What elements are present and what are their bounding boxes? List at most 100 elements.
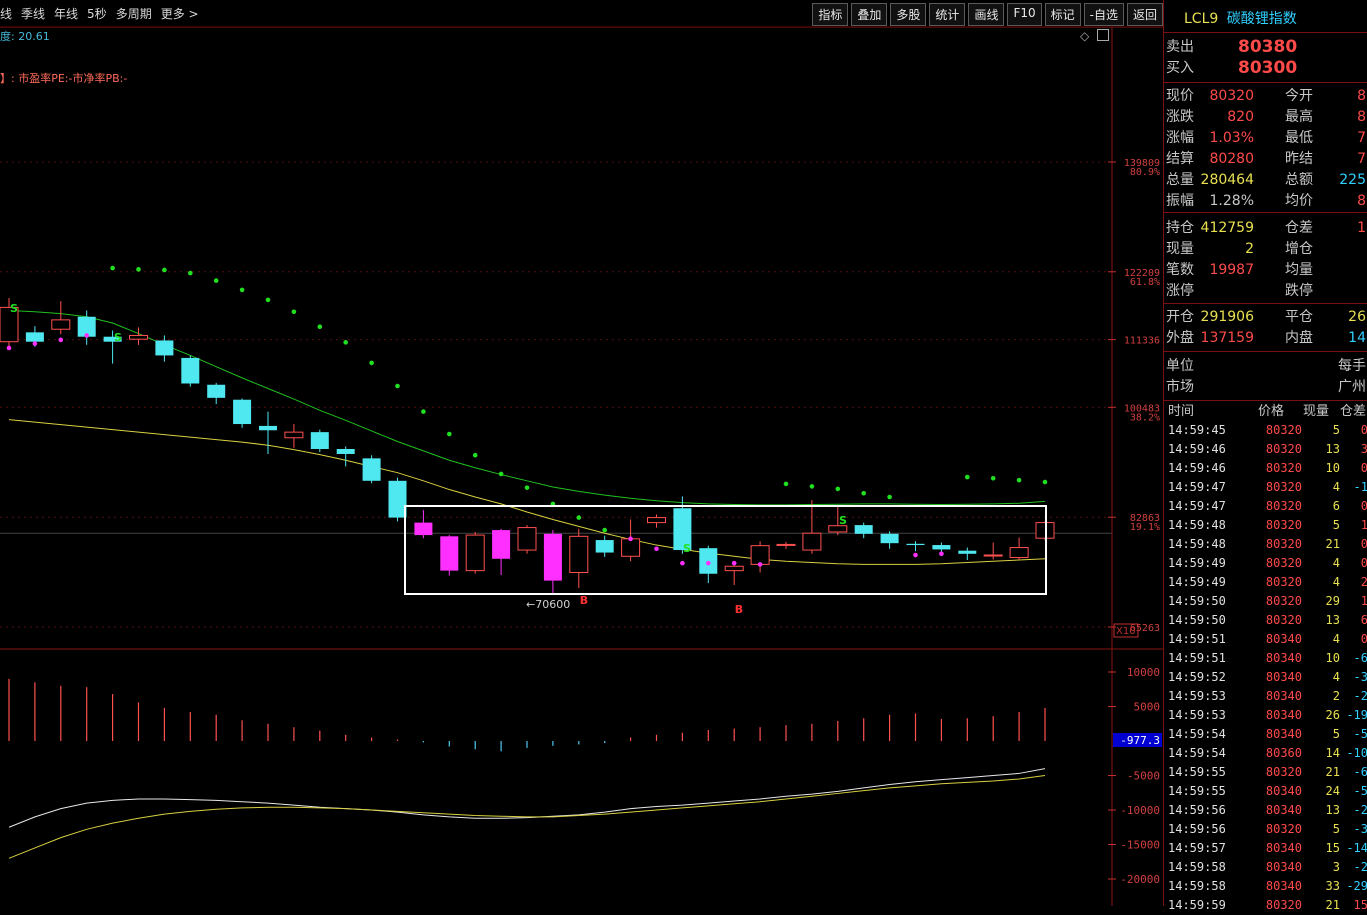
- period-selector: 线季线 年线 5秒 多周期 更多 >: [0, 0, 208, 26]
- toolbar-button-3[interactable]: 统计: [929, 3, 966, 26]
- quote-label: 涨幅: [1166, 130, 1194, 146]
- buy-signal-b: B: [735, 603, 743, 616]
- indicator-info: 度: 20.61: [0, 30, 50, 43]
- candle-body: [880, 533, 899, 544]
- quote-value: 1.28%: [1209, 193, 1254, 209]
- toolbar-button-4[interactable]: 画线: [968, 3, 1005, 26]
- tick-cell: 4: [1332, 480, 1340, 494]
- period-5[interactable]: 更多 >: [161, 5, 199, 22]
- tick-cell: 14: [1325, 746, 1340, 760]
- zoom-tag[interactable]: X10: [1116, 626, 1136, 637]
- toolbar-button-1[interactable]: 叠加: [851, 3, 888, 26]
- period-3[interactable]: 5秒: [87, 5, 107, 22]
- tick-header: 时间 价格 现量 仓差: [1166, 402, 1367, 421]
- sar-dot: [731, 560, 737, 566]
- candle-body: [259, 425, 277, 431]
- window-toggle-icon[interactable]: [1097, 29, 1109, 41]
- symbol-name: 碳酸锂指数: [1226, 11, 1297, 27]
- quote-label: 均价: [1285, 193, 1313, 209]
- tick-cell: 14:59:55: [1168, 784, 1226, 798]
- tick-cell: 0: [1360, 632, 1367, 646]
- tick-row: 14:59:46 80320 10 0: [1166, 459, 1367, 478]
- candle-body: [983, 554, 1003, 557]
- quote-value: 280464: [1200, 172, 1254, 188]
- period-2[interactable]: 年线: [54, 5, 78, 22]
- quote-value: 14: [1348, 330, 1366, 346]
- tick-cell: -14: [1346, 841, 1367, 855]
- candle-body: [543, 533, 562, 581]
- tick-cell: 14:59:47: [1168, 480, 1226, 494]
- tick-row: 14:59:56 80320 5 -3: [1166, 820, 1367, 839]
- quote-value: 8: [1357, 109, 1366, 125]
- sar-dot: [421, 409, 426, 414]
- toolbar-button-2[interactable]: 多股: [890, 3, 927, 26]
- sar-dot: [654, 546, 659, 552]
- diamond-icon[interactable]: ◇: [1080, 29, 1089, 43]
- tick-cell: 5: [1332, 423, 1340, 437]
- symbol-code: LCL9: [1184, 11, 1219, 27]
- quote-label: 跌停: [1285, 283, 1313, 299]
- tick-cell: -2: [1353, 803, 1367, 817]
- tick-cell: 0: [1360, 461, 1367, 475]
- quote-row: 总量 280464 总额 225: [1166, 170, 1366, 190]
- candle-body: [465, 534, 485, 572]
- toolbar-button-7[interactable]: -自选: [1083, 3, 1124, 26]
- toolbar-button-0[interactable]: 指标: [812, 3, 849, 26]
- tick-cell: 0: [1360, 537, 1367, 551]
- sar-dot: [524, 485, 530, 490]
- tick-cell: 33: [1325, 879, 1340, 893]
- tick-cell: 14:59:58: [1168, 879, 1226, 893]
- tick-cell: 3: [1360, 442, 1367, 456]
- tick-cell: 5: [1332, 727, 1340, 741]
- toolbar-button-6[interactable]: 标记: [1044, 3, 1081, 26]
- quote-value: 137159: [1200, 330, 1254, 346]
- top-toolbar: 线季线 年线 5秒 多周期 更多 > 指标 叠加 多股 统计 画线 F10 标记 -自选 返回: [0, 0, 1163, 27]
- period-1[interactable]: 季线: [21, 5, 45, 22]
- quote-label: 现量: [1166, 241, 1194, 257]
- tick-cell: 1: [1360, 594, 1367, 608]
- quote-row: 涨停 跌停: [1166, 281, 1366, 301]
- quote-label: 均量: [1285, 262, 1313, 278]
- tick-row: 14:59:50 80320 13 6: [1166, 611, 1367, 630]
- quote-value: 1.03%: [1209, 130, 1254, 146]
- tick-cell: 15: [1325, 841, 1340, 855]
- quote-panel: LCL9 碳酸锂指数 卖出 80380 买入 80300 现价 80320 今开 8 涨…: [1163, 0, 1367, 912]
- quote-value: 80320: [1209, 88, 1254, 104]
- market-value: 广州: [1338, 379, 1366, 395]
- candle-body: [724, 565, 744, 572]
- market-label: 市场: [1166, 379, 1194, 395]
- tick-cell: 14:59:47: [1168, 499, 1226, 513]
- quote-value: 2: [1245, 241, 1254, 257]
- sar-dot: [576, 515, 582, 520]
- tick-row: 14:59:56 80340 13 -2: [1166, 801, 1367, 820]
- buy-row: 买入 80300: [1166, 58, 1297, 78]
- tick-row: 14:59:57 80340 15 -14: [1166, 839, 1367, 858]
- sell-signal-s: S: [114, 331, 122, 344]
- sar-dot: [602, 527, 607, 533]
- tick-cell: 10: [1325, 651, 1340, 665]
- unit-row: 单位 每手: [1166, 356, 1366, 376]
- tick-cell: 14:59:50: [1168, 594, 1226, 608]
- candle-body: [776, 543, 796, 546]
- kline-chart[interactable]: 139809122209111336100483828636526380.9%6…: [0, 27, 1163, 906]
- tick-cell: 14:59:56: [1168, 803, 1226, 817]
- toolbar-button-5[interactable]: F10: [1007, 3, 1042, 26]
- tick-cell: 5: [1332, 518, 1340, 532]
- quote-label: 结算: [1166, 151, 1194, 167]
- sell-price: 80380: [1238, 37, 1298, 57]
- quote-value: 26: [1348, 309, 1366, 325]
- buy-price: 80300: [1238, 58, 1298, 78]
- tick-cell: 13: [1325, 442, 1340, 456]
- candle-body: [336, 448, 355, 454]
- period-4[interactable]: 多周期: [116, 5, 152, 22]
- period-0[interactable]: 线: [0, 5, 12, 22]
- quote-row: 涨幅 1.03% 最低 7: [1166, 128, 1366, 148]
- candle-body: [414, 522, 433, 536]
- toolbar-button-8[interactable]: 返回: [1126, 3, 1163, 26]
- tick-cell: 14:59:56: [1168, 822, 1226, 836]
- sar-dot: [939, 551, 944, 557]
- tick-cell: 14:59:52: [1168, 670, 1226, 684]
- quote-label: 外盘: [1166, 330, 1194, 346]
- quote-row: 现价 80320 今开 8: [1166, 86, 1366, 106]
- tick-cell: 1: [1360, 518, 1367, 532]
